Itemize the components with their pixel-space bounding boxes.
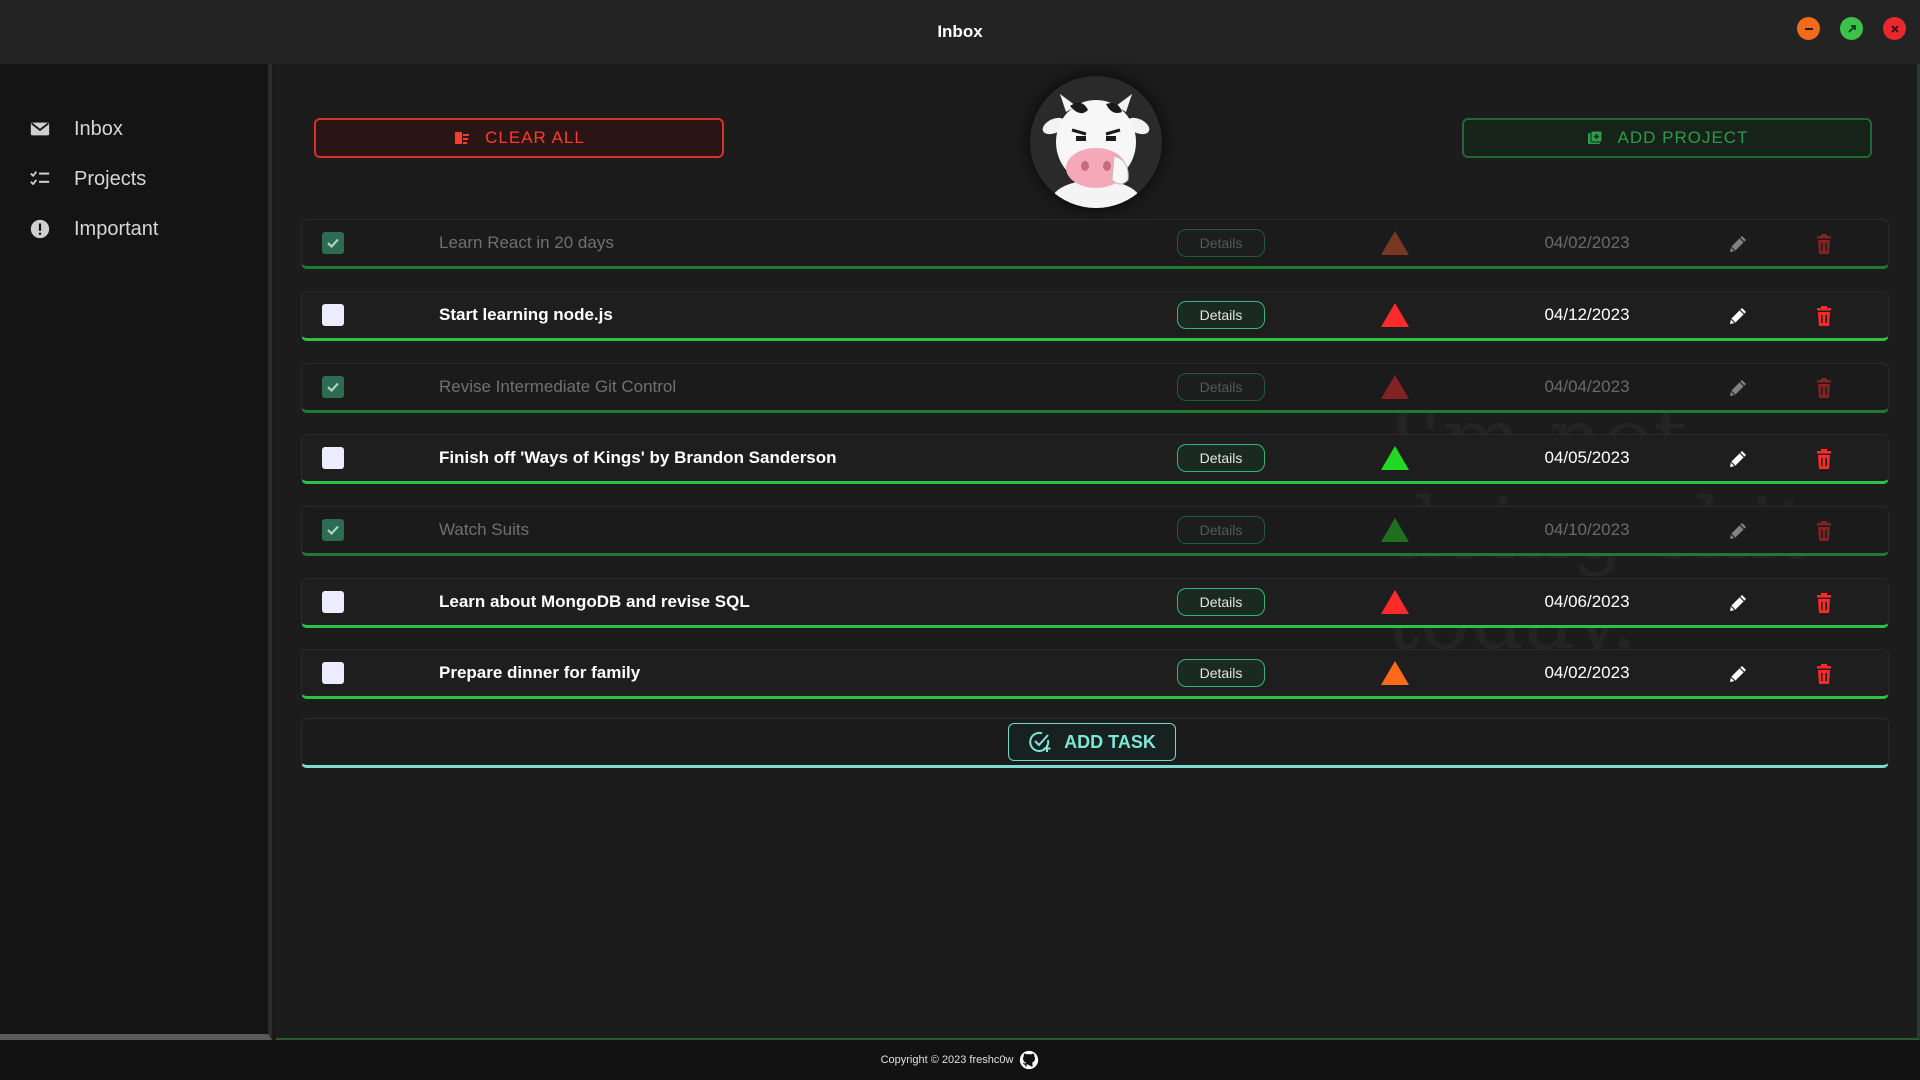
- task-checkbox[interactable]: [322, 519, 344, 541]
- task-title: Prepare dinner for family: [439, 663, 641, 682]
- sidebar-item-label: Projects: [74, 167, 147, 190]
- title-bar: Inbox: [0, 0, 1920, 64]
- sidebar-item-label: Important: [74, 217, 159, 240]
- checkmark-icon: [327, 525, 339, 536]
- close-icon: [1890, 24, 1899, 33]
- maximize-button[interactable]: [1840, 17, 1863, 40]
- edit-pencil-icon[interactable]: [1726, 232, 1750, 256]
- task-row: Prepare dinner for family Details 04/02/20…: [301, 649, 1889, 699]
- add-project-label: ADD PROJECT: [1617, 128, 1749, 147]
- edit-pencil-icon[interactable]: [1726, 591, 1750, 615]
- window-title: Inbox: [937, 22, 983, 41]
- details-button[interactable]: Details: [1177, 588, 1265, 616]
- add-folder-icon: [1587, 130, 1603, 144]
- trash-icon[interactable]: [1812, 519, 1836, 543]
- task-due-date: 04/04/2023: [1544, 377, 1630, 396]
- task-title: Learn about MongoDB and revise SQL: [439, 592, 750, 611]
- task-row: Learn React in 20 days Details 04/02/2023: [301, 219, 1889, 269]
- trash-icon[interactable]: [1812, 232, 1836, 256]
- mail-icon: [28, 117, 52, 141]
- task-row: Watch Suits Details 04/10/2023: [301, 506, 1889, 556]
- task-due-date: 04/06/2023: [1544, 592, 1630, 611]
- clear-list-icon: [455, 132, 470, 144]
- add-task-button[interactable]: ADD TASK: [1008, 723, 1176, 761]
- task-due-date: 04/02/2023: [1544, 663, 1630, 682]
- trash-icon[interactable]: [1812, 447, 1836, 471]
- details-button[interactable]: Details: [1177, 229, 1265, 257]
- trash-icon[interactable]: [1812, 304, 1836, 328]
- checklist-icon: [28, 167, 52, 191]
- priority-triangle-icon: [1381, 446, 1409, 470]
- github-icon[interactable]: [1019, 1050, 1039, 1070]
- checkmark-icon: [327, 238, 339, 249]
- task-title: Revise Intermediate Git Control: [439, 377, 677, 396]
- trash-icon[interactable]: [1812, 591, 1836, 615]
- details-button[interactable]: Details: [1177, 516, 1265, 544]
- task-title: Start learning node.js: [439, 305, 613, 324]
- task-due-date: 04/12/2023: [1544, 305, 1630, 324]
- add-task-label: ADD TASK: [1064, 731, 1156, 752]
- task-checkbox[interactable]: [322, 591, 344, 613]
- maximize-icon: [1847, 24, 1856, 33]
- add-task-icon: [1029, 731, 1051, 752]
- copyright-text: Copyright © 2023 freshc0w: [880, 1054, 1014, 1066]
- details-button[interactable]: Details: [1177, 373, 1265, 401]
- sidebar: Inbox Projects Important: [0, 64, 272, 1040]
- sidebar-item-label: Inbox: [74, 117, 123, 140]
- task-checkbox[interactable]: [322, 662, 344, 684]
- close-button[interactable]: [1883, 17, 1906, 40]
- task-checkbox[interactable]: [322, 304, 344, 326]
- details-button[interactable]: Details: [1177, 301, 1265, 329]
- add-task-row: ADD TASK: [301, 718, 1889, 768]
- task-due-date: 04/05/2023: [1544, 448, 1630, 467]
- priority-triangle-icon: [1381, 590, 1409, 614]
- sidebar-item-projects[interactable]: Projects: [0, 154, 268, 204]
- trash-icon[interactable]: [1812, 662, 1836, 686]
- alert-icon: [28, 217, 52, 241]
- edit-pencil-icon[interactable]: [1726, 304, 1750, 328]
- sidebar-item-inbox[interactable]: Inbox: [0, 104, 268, 154]
- sidebar-item-important[interactable]: Important: [0, 204, 268, 254]
- task-row: Revise Intermediate Git Control Details 04…: [301, 363, 1889, 413]
- footer: Copyright © 2023 freshc0w: [0, 1040, 1920, 1080]
- task-checkbox[interactable]: [322, 447, 344, 469]
- edit-pencil-icon[interactable]: [1726, 519, 1750, 543]
- edit-pencil-icon[interactable]: [1726, 662, 1750, 686]
- priority-triangle-icon: [1381, 231, 1409, 255]
- task-due-date: 04/10/2023: [1544, 520, 1630, 539]
- edit-pencil-icon[interactable]: [1726, 447, 1750, 471]
- cow-mascot-icon: [1042, 94, 1150, 208]
- details-button[interactable]: Details: [1177, 444, 1265, 472]
- task-checkbox[interactable]: [322, 376, 344, 398]
- task-row: Learn about MongoDB and revise SQL Detail…: [301, 578, 1889, 628]
- minimize-button[interactable]: [1797, 17, 1820, 40]
- task-title: Watch Suits: [439, 520, 530, 539]
- minimize-icon: [1804, 27, 1813, 30]
- clear-all-label: CLEAR ALL: [485, 128, 585, 147]
- task-due-date: 04/02/2023: [1544, 233, 1630, 252]
- priority-triangle-icon: [1381, 303, 1409, 327]
- trash-icon[interactable]: [1812, 376, 1836, 400]
- details-button[interactable]: Details: [1177, 659, 1265, 687]
- add-project-button[interactable]: ADD PROJECT: [1462, 118, 1872, 158]
- task-checkbox[interactable]: [322, 232, 344, 254]
- priority-triangle-icon: [1381, 661, 1409, 685]
- task-row: Start learning node.js Details 04/12/2023: [301, 291, 1889, 341]
- task-row: Finish off 'Ways of Kings' by Brandon Sa…: [301, 434, 1889, 484]
- window-controls: [1797, 17, 1906, 40]
- avatar: [1030, 76, 1162, 208]
- edit-pencil-icon[interactable]: [1726, 376, 1750, 400]
- task-title: Learn React in 20 days: [439, 233, 614, 252]
- checkmark-icon: [327, 382, 339, 393]
- task-title: Finish off 'Ways of Kings' by Brandon Sa…: [439, 448, 837, 467]
- clear-all-button[interactable]: CLEAR ALL: [314, 118, 724, 158]
- priority-triangle-icon: [1381, 518, 1409, 542]
- priority-triangle-icon: [1381, 375, 1409, 399]
